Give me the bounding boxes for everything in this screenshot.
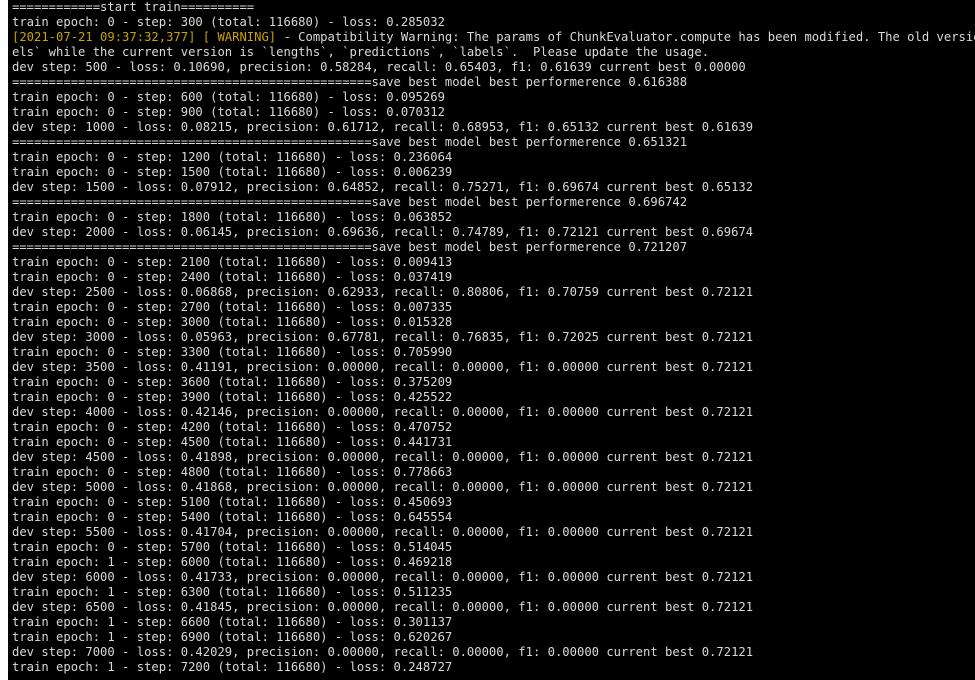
log-line: train epoch: 0 - step: 2400 (total: 1166… (12, 270, 453, 284)
log-line: dev step: 2000 - loss: 0.06145, precisio… (12, 225, 754, 239)
log-line: train epoch: 1 - step: 7200 (total: 1166… (12, 660, 453, 674)
log-line: els` while the current version is `lengt… (12, 45, 710, 59)
log-line: train epoch: 0 - step: 1200 (total: 1166… (12, 150, 453, 164)
log-line: ========================================… (12, 75, 688, 89)
log-line: train epoch: 0 - step: 4500 (total: 1166… (12, 435, 453, 449)
log-line: ========================================… (12, 240, 688, 254)
log-line: dev step: 500 - loss: 0.10690, precision… (12, 60, 746, 74)
log-line: train epoch: 1 - step: 6300 (total: 1166… (12, 585, 453, 599)
log-line: train epoch: 0 - step: 3300 (total: 1166… (12, 345, 453, 359)
log-line: train epoch: 0 - step: 1500 (total: 1166… (12, 165, 453, 179)
log-message: - Compatibility Warning: The params of C… (276, 30, 975, 44)
log-line: train epoch: 0 - step: 900 (total: 11668… (12, 105, 445, 119)
log-line: train epoch: 0 - step: 5100 (total: 1166… (12, 495, 453, 509)
log-line: dev step: 4000 - loss: 0.42146, precisio… (12, 405, 754, 419)
log-line: train epoch: 0 - step: 2100 (total: 1166… (12, 255, 453, 269)
log-line: train epoch: 0 - step: 4800 (total: 1166… (12, 465, 453, 479)
log-line: dev step: 4500 - loss: 0.41898, precisio… (12, 450, 754, 464)
log-line: ========================================… (12, 195, 688, 209)
log-line: train epoch: 0 - step: 3900 (total: 1166… (12, 390, 453, 404)
log-line: train epoch: 0 - step: 3000 (total: 1166… (12, 315, 453, 329)
left-margin-strip (0, 0, 8, 680)
log-line: dev step: 1500 - loss: 0.07912, precisio… (12, 180, 754, 194)
log-line: dev step: 6500 - loss: 0.41845, precisio… (12, 600, 754, 614)
log-line: dev step: 2500 - loss: 0.06868, precisio… (12, 285, 754, 299)
log-line: train epoch: 1 - step: 6900 (total: 1166… (12, 630, 453, 644)
log-line: dev step: 6000 - loss: 0.41733, precisio… (12, 570, 754, 584)
log-line: train epoch: 0 - step: 5700 (total: 1166… (12, 540, 453, 554)
log-line: train epoch: 0 - step: 300 (total: 11668… (12, 15, 445, 29)
log-line: dev step: 1000 - loss: 0.08215, precisio… (12, 120, 754, 134)
log-line: train epoch: 1 - step: 6600 (total: 1166… (12, 615, 453, 629)
log-line: train epoch: 0 - step: 1800 (total: 1166… (12, 210, 453, 224)
terminal-output[interactable]: ============start train========== train e… (12, 0, 975, 680)
log-line: train epoch: 0 - step: 4200 (total: 1166… (12, 420, 453, 434)
log-line: train epoch: 0 - step: 2700 (total: 1166… (12, 300, 453, 314)
log-line: train epoch: 0 - step: 5400 (total: 1166… (12, 510, 453, 524)
log-level-warning: [ WARNING] (195, 30, 277, 44)
log-line: dev step: 3000 - loss: 0.05963, precisio… (12, 330, 754, 344)
log-line: train epoch: 0 - step: 600 (total: 11668… (12, 90, 445, 104)
log-line: dev step: 7000 - loss: 0.42029, precisio… (12, 645, 754, 659)
log-timestamp: [2021-07-21 09:37:32,377] (12, 30, 196, 44)
log-line: train epoch: 1 - step: 6000 (total: 1166… (12, 555, 453, 569)
log-line: train epoch: 0 - step: 3600 (total: 1166… (12, 375, 453, 389)
log-line: dev step: 3500 - loss: 0.41191, precisio… (12, 360, 754, 374)
log-line: ============start train========== (12, 0, 255, 14)
log-line: dev step: 5000 - loss: 0.41868, precisio… (12, 480, 754, 494)
log-line: ========================================… (12, 135, 688, 149)
terminal-window: ============start train========== train e… (0, 0, 975, 680)
log-line: dev step: 5500 - loss: 0.41704, precisio… (12, 525, 754, 539)
warning-log-line: [2021-07-21 09:37:32,377] [ WARNING] - C… (12, 30, 975, 45)
